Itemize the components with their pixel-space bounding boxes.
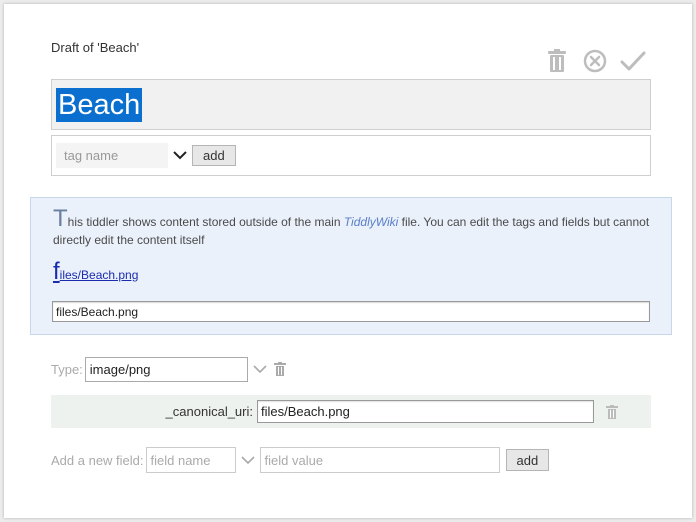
add-field-label: Add a new field: <box>51 452 144 468</box>
check-icon <box>620 51 646 71</box>
info-text-before: his tiddler shows content stored outside… <box>67 215 344 229</box>
done-button[interactable] <box>620 48 646 74</box>
title-input[interactable]: Beach <box>51 79 651 130</box>
tag-name-input[interactable]: tag name <box>56 143 168 168</box>
circle-x-icon <box>583 49 607 73</box>
add-tag-button[interactable]: add <box>192 145 236 166</box>
delete-field-button[interactable] <box>604 402 620 422</box>
external-content-panel: This tiddler shows content stored outsid… <box>30 197 672 335</box>
clear-type-button[interactable] <box>272 359 288 379</box>
field-name-label: _canonical_uri: <box>165 404 253 419</box>
cancel-button[interactable] <box>582 48 608 74</box>
type-input[interactable]: image/png <box>84 356 248 382</box>
external-content-message: This tiddler shows content stored outsid… <box>53 207 653 249</box>
type-dropdown-button[interactable] <box>250 357 270 382</box>
delete-button[interactable] <box>544 48 570 74</box>
title-selected-text: Beach <box>56 88 143 122</box>
tag-dropdown-button[interactable] <box>170 143 190 168</box>
new-field-value-input[interactable]: field value <box>259 447 500 473</box>
field-name-dropdown-button[interactable] <box>238 448 258 473</box>
type-row: Type: image/png <box>51 356 288 382</box>
chevron-down-icon <box>240 455 255 464</box>
field-value-input[interactable]: files/Beach.png <box>257 400 594 423</box>
trash-icon <box>548 49 566 72</box>
draft-title: Draft of 'Beach' <box>51 40 140 55</box>
file-link-text: iles/Beach.png <box>59 268 139 282</box>
add-field-row: Add a new field: field name field value … <box>51 447 550 473</box>
tiddlywiki-link[interactable]: TiddlyWiki <box>344 215 398 229</box>
field-row: _canonical_uri: files/Beach.png <box>51 395 651 428</box>
chevron-down-icon <box>173 151 187 160</box>
file-path-input[interactable]: files/Beach.png <box>52 301 650 322</box>
trash-icon <box>273 362 286 376</box>
type-label: Type: <box>51 361 83 377</box>
edit-toolbar <box>544 46 646 76</box>
new-field-name-input[interactable]: field name <box>145 447 236 473</box>
file-link-dropcap: f <box>53 258 60 285</box>
file-link[interactable]: files/Beach.png <box>53 258 138 286</box>
chevron-down-icon <box>253 364 267 373</box>
add-field-button[interactable]: add <box>505 449 550 471</box>
tag-editor: tag name add <box>51 135 651 176</box>
trash-icon <box>606 404 618 419</box>
tiddler-edit-frame: Draft of 'Beach' Beach tag name add This… <box>4 4 692 518</box>
dropcap-letter: T <box>53 205 68 232</box>
